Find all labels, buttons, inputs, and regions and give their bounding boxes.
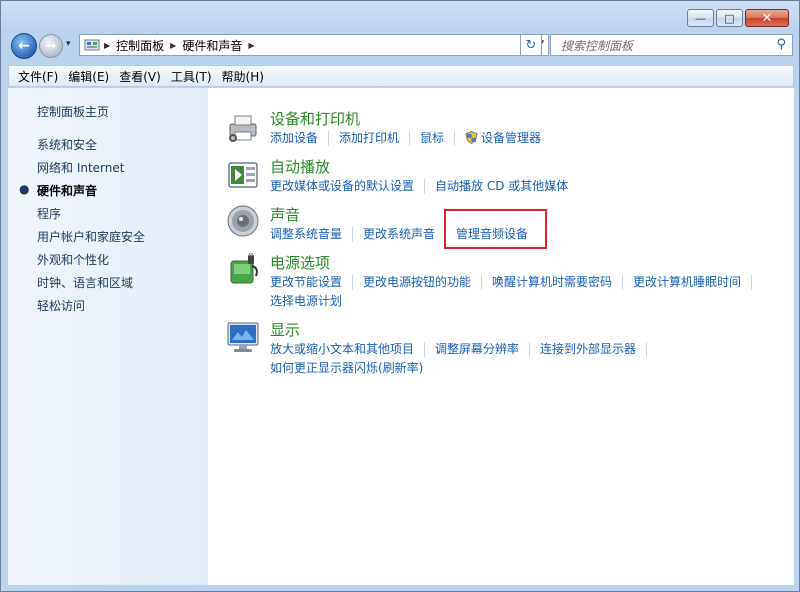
window-frame: — □ ✕ ← → ▾ ▶ 控制面板 ▶ 硬件和声音 ▶ ↻ 搜索控制面板 ⚲ … bbox=[0, 0, 800, 592]
forward-button[interactable]: → bbox=[39, 34, 63, 58]
minimize-button[interactable]: — bbox=[687, 9, 714, 27]
navigation-bar: ← → ▾ ▶ 控制面板 ▶ 硬件和声音 ▶ ▼ ↻ ⚲ bbox=[9, 33, 793, 59]
highlight-box bbox=[444, 209, 547, 249]
sidebar-item-ease-of-access[interactable]: 轻松访问 bbox=[37, 297, 85, 314]
category-links: 放大或缩小文本和其他项目 调整屏幕分辨率 连接到外部显示器 如何更正显示器闪烁(… bbox=[270, 342, 780, 376]
breadcrumb-separator-icon[interactable]: ▶ bbox=[104, 41, 110, 50]
category-links: 更改媒体或设备的默认设置 自动播放 CD 或其他媒体 bbox=[270, 179, 588, 194]
printer-icon[interactable] bbox=[226, 110, 260, 144]
search-box: ⚲ bbox=[550, 34, 793, 56]
category-title[interactable]: 设备和打印机 bbox=[270, 108, 561, 129]
link-autoplay-cd[interactable]: 自动播放 CD 或其他媒体 bbox=[435, 179, 578, 194]
breadcrumb-separator-icon[interactable]: ▶ bbox=[170, 41, 176, 50]
maximize-icon: □ bbox=[724, 11, 735, 25]
menu-bar: 文件(F) 编辑(E) 查看(V) 工具(T) 帮助(H) bbox=[8, 65, 794, 87]
category-links: 添加设备 添加打印机 鼠标 设备管理器 bbox=[270, 131, 561, 146]
caption-buttons: — □ ✕ bbox=[687, 9, 789, 27]
forward-arrow-icon: → bbox=[45, 38, 57, 54]
link-adjust-volume[interactable]: 调整系统音量 bbox=[270, 227, 354, 242]
search-icon[interactable]: ⚲ bbox=[776, 37, 786, 52]
sidebar-item-network[interactable]: 网络和 Internet bbox=[37, 159, 124, 176]
link-add-printer[interactable]: 添加打印机 bbox=[339, 131, 411, 146]
link-choose-power-plan[interactable]: 选择电源计划 bbox=[270, 294, 352, 309]
main-content: 设备和打印机 添加设备 添加打印机 鼠标 设备管理器 自动播放 更改媒体或设备的… bbox=[208, 88, 794, 585]
breadcrumb-separator-icon[interactable]: ▶ bbox=[248, 41, 254, 50]
speaker-icon[interactable] bbox=[226, 204, 260, 238]
address-bar[interactable]: ▶ 控制面板 ▶ 硬件和声音 ▶ ▼ bbox=[79, 34, 549, 56]
display-icon[interactable] bbox=[226, 320, 260, 354]
link-mouse[interactable]: 鼠标 bbox=[420, 131, 456, 146]
category-autoplay: 自动播放 更改媒体或设备的默认设置 自动播放 CD 或其他媒体 bbox=[270, 156, 588, 194]
link-adjust-resolution[interactable]: 调整屏幕分辨率 bbox=[435, 342, 531, 357]
category-display: 显示 放大或缩小文本和其他项目 调整屏幕分辨率 连接到外部显示器 如何更正显示器… bbox=[270, 319, 780, 376]
sidebar: 控制面板主页 系统和安全 网络和 Internet ● 硬件和声音 程序 用户帐… bbox=[8, 88, 208, 585]
link-zoom-text[interactable]: 放大或缩小文本和其他项目 bbox=[270, 342, 426, 357]
power-icon[interactable] bbox=[226, 252, 260, 286]
refresh-button[interactable]: ↻ bbox=[520, 34, 542, 56]
menu-view[interactable]: 查看(V) bbox=[114, 68, 166, 85]
sidebar-item-clock-language[interactable]: 时钟、语言和区域 bbox=[37, 274, 133, 291]
link-require-password-wake[interactable]: 唤醒计算机时需要密码 bbox=[492, 275, 624, 290]
link-change-media-defaults[interactable]: 更改媒体或设备的默认设置 bbox=[270, 179, 426, 194]
sidebar-item-system-security[interactable]: 系统和安全 bbox=[37, 136, 97, 153]
sidebar-item-appearance[interactable]: 外观和个性化 bbox=[37, 251, 109, 268]
close-button[interactable]: ✕ bbox=[745, 9, 789, 27]
link-device-manager[interactable]: 设备管理器 bbox=[465, 131, 551, 146]
category-power-options: 电源选项 更改节能设置 更改电源按钮的功能 唤醒计算机时需要密码 更改计算机睡眠… bbox=[270, 252, 780, 309]
category-title[interactable]: 显示 bbox=[270, 319, 780, 340]
category-title[interactable]: 自动播放 bbox=[270, 156, 588, 177]
maximize-button[interactable]: □ bbox=[716, 9, 743, 27]
sidebar-item-programs[interactable]: 程序 bbox=[37, 205, 61, 222]
refresh-icon: ↻ bbox=[525, 37, 537, 53]
link-connect-external-display[interactable]: 连接到外部显示器 bbox=[540, 342, 648, 357]
autoplay-icon[interactable] bbox=[226, 158, 260, 192]
sidebar-item-home[interactable]: 控制面板主页 bbox=[37, 103, 109, 120]
active-bullet-icon: ● bbox=[19, 182, 30, 196]
close-icon: ✕ bbox=[761, 10, 773, 26]
link-power-button-function[interactable]: 更改电源按钮的功能 bbox=[363, 275, 483, 290]
link-fix-flicker[interactable]: 如何更正显示器闪烁(刷新率) bbox=[270, 361, 433, 376]
menu-file[interactable]: 文件(F) bbox=[13, 68, 63, 85]
category-links: 更改节能设置 更改电源按钮的功能 唤醒计算机时需要密码 更改计算机睡眠时间 选择… bbox=[270, 275, 780, 309]
menu-edit[interactable]: 编辑(E) bbox=[63, 68, 114, 85]
category-devices-printers: 设备和打印机 添加设备 添加打印机 鼠标 设备管理器 bbox=[270, 108, 561, 146]
back-button[interactable]: ← bbox=[11, 33, 37, 59]
link-add-device[interactable]: 添加设备 bbox=[270, 131, 330, 146]
search-input[interactable] bbox=[559, 36, 763, 56]
link-change-sleep-time[interactable]: 更改计算机睡眠时间 bbox=[633, 275, 753, 290]
link-change-power-saving[interactable]: 更改节能设置 bbox=[270, 275, 354, 290]
link-change-system-sounds[interactable]: 更改系统声音 bbox=[363, 227, 447, 242]
control-panel-icon bbox=[84, 39, 100, 51]
recent-pages-dropdown-icon[interactable]: ▾ bbox=[66, 39, 71, 49]
sidebar-item-hardware-sound[interactable]: 硬件和声音 bbox=[37, 182, 97, 199]
breadcrumb-control-panel[interactable]: 控制面板 bbox=[116, 37, 164, 54]
menu-help[interactable]: 帮助(H) bbox=[217, 68, 269, 85]
shield-icon bbox=[465, 131, 478, 144]
back-arrow-icon: ← bbox=[18, 38, 30, 54]
minimize-icon: — bbox=[695, 11, 706, 25]
breadcrumb-hardware-sound[interactable]: 硬件和声音 bbox=[182, 37, 242, 54]
menu-tools[interactable]: 工具(T) bbox=[166, 68, 217, 85]
link-device-manager-label: 设备管理器 bbox=[481, 131, 542, 145]
category-title[interactable]: 电源选项 bbox=[270, 252, 780, 273]
sidebar-item-user-accounts[interactable]: 用户帐户和家庭安全 bbox=[37, 228, 145, 245]
